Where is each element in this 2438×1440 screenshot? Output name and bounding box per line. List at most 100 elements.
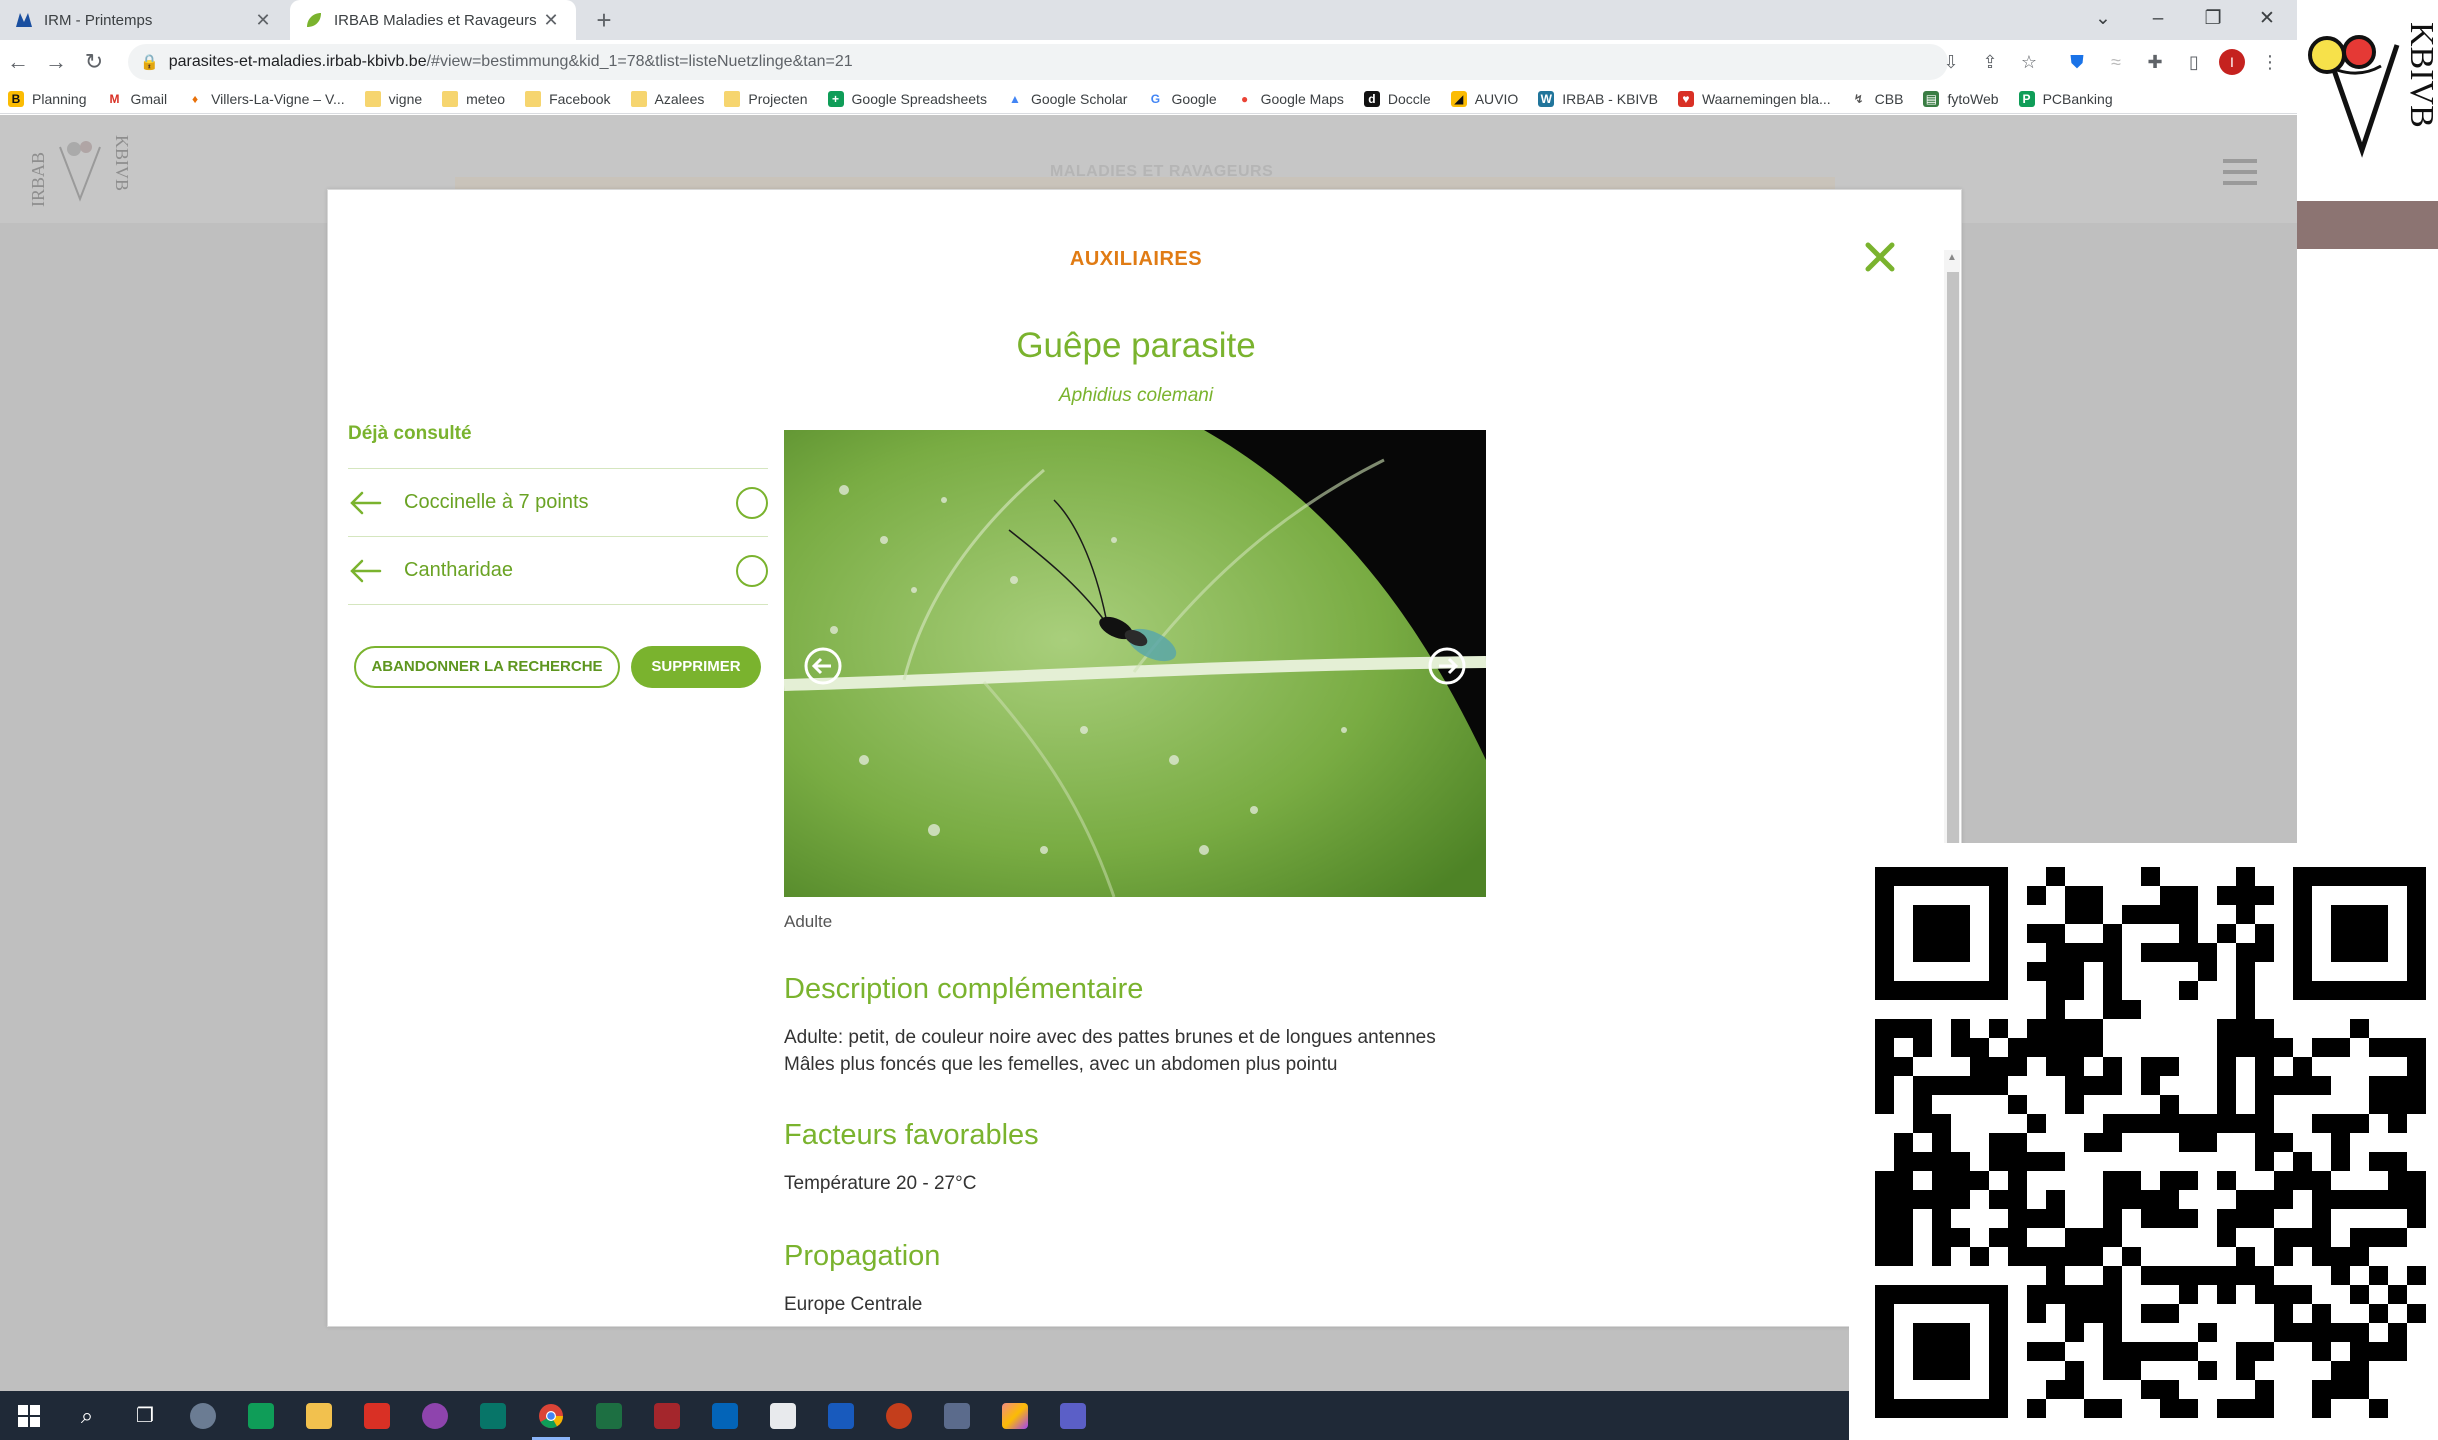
lock-icon: 🔒: [140, 54, 159, 71]
address-bar[interactable]: 🔒 parasites-et-maladies.irbab-kbivb.be/#…: [128, 44, 1948, 80]
species-modal: AUXILIAIRES ▲ Guêpe parasite Aphidius co…: [327, 189, 1962, 1328]
weather-app-icon[interactable]: [174, 1391, 232, 1440]
close-modal-icon[interactable]: [1858, 235, 1902, 279]
file-explorer-icon[interactable]: [290, 1391, 348, 1440]
tab-title: IRM - Printemps: [44, 11, 153, 29]
bookmark-item[interactable]: Projecten: [724, 90, 808, 107]
bookmark-item[interactable]: Facebook: [525, 90, 611, 107]
bookmark-item[interactable]: Azalees: [630, 90, 705, 107]
bookmark-item[interactable]: G Google: [1147, 90, 1217, 107]
hamburger-menu-icon[interactable]: [2223, 159, 2257, 185]
delete-button[interactable]: SUPPRIMER: [631, 646, 761, 688]
irbab-favicon-icon: [304, 10, 324, 30]
bookmark-item[interactable]: d Doccle: [1363, 90, 1431, 107]
bookmark-label: Facebook: [549, 90, 611, 107]
bookmark-item[interactable]: ▤ fytoWeb: [1923, 90, 1999, 107]
back-icon[interactable]: ←: [4, 48, 32, 76]
notepad-icon[interactable]: [754, 1391, 812, 1440]
visited-item[interactable]: Cantharidae: [348, 537, 768, 605]
close-window-icon[interactable]: ✕: [2252, 4, 2282, 34]
radio-circle-icon[interactable]: [736, 554, 768, 587]
bookmark-item[interactable]: B Planning: [8, 90, 87, 107]
tab-title: IRBAB Maladies et Ravageurs: [334, 11, 537, 29]
bookmark-item[interactable]: ↯ CBB: [1850, 90, 1903, 107]
visited-title: Déjà consulté: [348, 423, 472, 444]
tab-search-icon[interactable]: ⌄: [2088, 4, 2118, 34]
bookmark-item[interactable]: ● Google Maps: [1236, 90, 1344, 107]
photos-icon[interactable]: [986, 1391, 1044, 1440]
close-tab-icon[interactable]: ✕: [252, 10, 274, 31]
url-host: parasites-et-maladies.irbab-kbivb.be: [168, 53, 427, 70]
windows-start-icon[interactable]: [0, 1391, 58, 1440]
auvio-icon: ◢: [1450, 90, 1467, 107]
bookmark-label: Gmail: [130, 90, 168, 107]
restore-icon[interactable]: ❐: [2198, 4, 2228, 34]
task-view-icon[interactable]: ❐: [116, 1391, 174, 1440]
forward-icon[interactable]: →: [42, 48, 70, 76]
profile-avatar[interactable]: I: [2219, 49, 2245, 75]
extension-icon[interactable]: ≈: [2104, 50, 2128, 74]
acrobat-icon[interactable]: [348, 1391, 406, 1440]
image-caption: Adulte: [784, 912, 833, 931]
site-logo-right: KBIVB: [112, 135, 130, 191]
arrow-left-icon: [348, 488, 404, 518]
maps-icon: ●: [1236, 90, 1253, 107]
abandon-search-button[interactable]: ABANDONNER LA RECHERCHE: [354, 646, 620, 688]
excel-icon[interactable]: [580, 1391, 638, 1440]
tab-irm[interactable]: IRM - Printemps ✕: [0, 0, 288, 40]
bookmark-star-icon[interactable]: ☆: [2017, 50, 2041, 74]
bookmark-item[interactable]: + Google Spreadsheets: [827, 90, 987, 107]
bookmark-item[interactable]: ♦ Villers-La-Vigne – V...: [187, 90, 345, 107]
bookmark-item[interactable]: ♥ Waarnemingen bla...: [1677, 90, 1831, 107]
folder-icon: [442, 90, 459, 107]
minimize-icon[interactable]: –: [2143, 4, 2173, 34]
sas-app-icon[interactable]: [928, 1391, 986, 1440]
description-line: Mâles plus foncés que les femelles, avec…: [784, 1054, 1338, 1075]
bookmark-item[interactable]: ▲ Google Scholar: [1006, 90, 1127, 107]
section-heading-description: Description complémentaire: [784, 973, 1144, 1005]
chrome-icon[interactable]: [522, 1391, 580, 1440]
bookmark-label: vigne: [388, 90, 423, 107]
shield-extension-icon[interactable]: ⛊: [2065, 50, 2089, 74]
reload-icon[interactable]: ↻: [80, 48, 108, 76]
radio-circle-icon[interactable]: [736, 486, 768, 519]
species-photo: [784, 430, 1486, 897]
waarnemingen-icon: ♥: [1677, 90, 1694, 107]
search-icon[interactable]: ⌕: [58, 1391, 116, 1440]
bookmark-item[interactable]: M Gmail: [106, 90, 168, 107]
publisher-icon[interactable]: [464, 1391, 522, 1440]
side-panel-icon[interactable]: ▯: [2182, 50, 2206, 74]
bookmark-item[interactable]: meteo: [442, 90, 505, 107]
access-icon[interactable]: [638, 1391, 696, 1440]
menu-kebab-icon[interactable]: ⋮: [2258, 50, 2282, 74]
share-icon[interactable]: ⇪: [1978, 50, 2002, 74]
teams-icon[interactable]: [1044, 1391, 1102, 1440]
tab-strip: IRM - Printemps ✕ IRBAB Maladies et Rava…: [0, 0, 2297, 40]
site-logo[interactable]: IRBAB KBIVB: [28, 133, 132, 209]
word-icon[interactable]: [812, 1391, 870, 1440]
purple-app-icon[interactable]: [406, 1391, 464, 1440]
tab-irbab[interactable]: IRBAB Maladies et Ravageurs ✕: [290, 0, 576, 40]
powerpoint-icon[interactable]: [870, 1391, 928, 1440]
spreadsheet-app-icon[interactable]: [232, 1391, 290, 1440]
bookmark-item[interactable]: P PCBanking: [2018, 90, 2113, 107]
bookmark-item[interactable]: ◢ AUVIO: [1450, 90, 1518, 107]
visited-item[interactable]: Coccinelle à 7 points: [348, 469, 768, 537]
puzzle-icon[interactable]: ✚: [2143, 50, 2167, 74]
modal-scroll-thumb[interactable]: [1947, 272, 1959, 847]
bookmark-label: Villers-La-Vigne – V...: [211, 90, 345, 107]
wordpress-icon: W: [1538, 90, 1555, 107]
new-tab-icon[interactable]: +: [590, 6, 618, 34]
bookmark-item[interactable]: W IRBAB - KBIVB: [1538, 90, 1658, 107]
propagation-line: Europe Centrale: [784, 1294, 923, 1315]
scroll-up-arrow-icon[interactable]: ▲: [1947, 252, 1957, 263]
arrow-left-icon: [348, 556, 404, 586]
close-tab-icon[interactable]: ✕: [540, 10, 562, 31]
irm-favicon-icon: [14, 10, 34, 30]
outlook-icon[interactable]: [696, 1391, 754, 1440]
bookmark-label: Azalees: [654, 90, 705, 107]
site-logo-left: IRBAB: [30, 152, 48, 207]
qr-code: [1849, 843, 2438, 1440]
bookmark-item[interactable]: vigne: [364, 90, 423, 107]
install-icon[interactable]: ⇩: [1939, 50, 1963, 74]
